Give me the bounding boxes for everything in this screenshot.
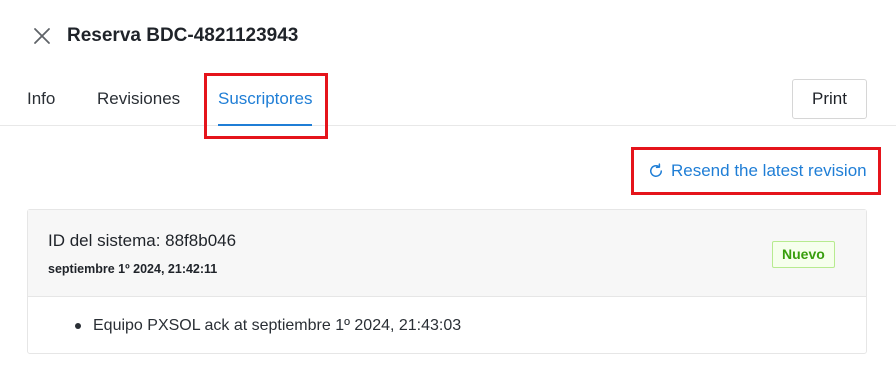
- tab-revisiones[interactable]: Revisiones: [97, 72, 180, 126]
- close-icon-glyph: [34, 28, 50, 44]
- list-item: Equipo PXSOL ack at septiembre 1º 2024, …: [75, 317, 461, 335]
- page-title: Reserva BDC-4821123943: [67, 25, 299, 46]
- refresh-icon: [650, 163, 662, 177]
- status-badge: Nuevo: [772, 241, 835, 268]
- tab-info[interactable]: Info: [27, 72, 55, 126]
- system-id: ID del sistema: 88f8b046: [48, 231, 237, 250]
- tab-bar: Info Revisiones Suscriptores: [0, 72, 896, 126]
- event-text: Equipo PXSOL ack at septiembre 1º 2024, …: [93, 317, 462, 334]
- resend-label: Resend the latest revision: [671, 161, 867, 180]
- subscriber-date: septiembre 1º 2024, 21:42:11: [48, 262, 218, 276]
- header: Reserva BDC-4821123943: [0, 0, 896, 72]
- close-icon[interactable]: [30, 24, 54, 48]
- resend-latest-revision-link[interactable]: Resend the latest revision: [647, 157, 867, 185]
- tab-suscriptores[interactable]: Suscriptores: [218, 72, 313, 126]
- subscriber-card-header: ID del sistema: 88f8b046 septiembre 1º 2…: [28, 210, 866, 297]
- print-button[interactable]: Print: [792, 79, 867, 119]
- bullet-icon: [75, 323, 81, 329]
